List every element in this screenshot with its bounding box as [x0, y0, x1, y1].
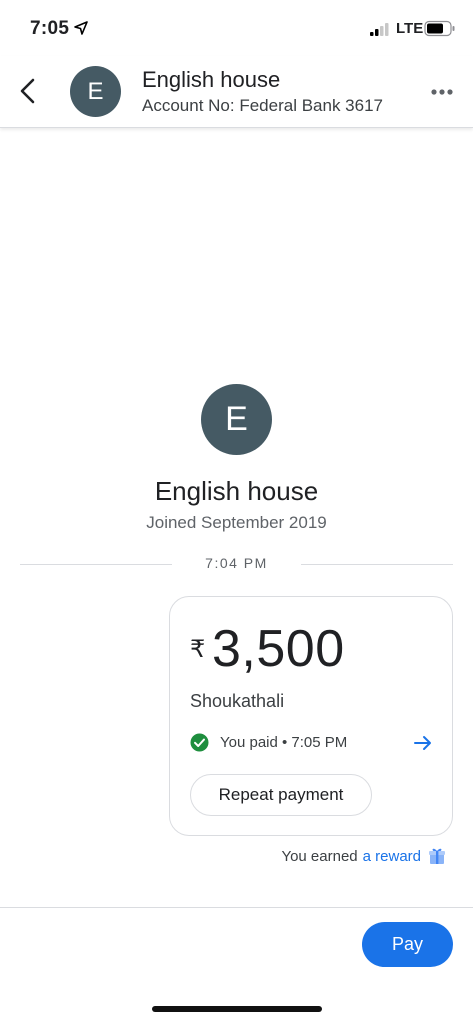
reward-prefix: You earned: [281, 847, 358, 865]
reward-link[interactable]: a reward: [363, 848, 421, 865]
payee-name: Shoukathali: [190, 691, 285, 711]
battery-icon: [424, 20, 455, 37]
reward-row: You earned a reward: [281, 845, 447, 867]
profile-name: English house: [154, 476, 319, 506]
status-time: 7:05: [30, 18, 70, 39]
message-timestamp: 7:04 PM: [205, 555, 268, 571]
location-arrow-icon: [74, 21, 88, 35]
bottom-divider: [0, 907, 473, 908]
header-avatar[interactable]: E: [70, 66, 121, 117]
check-circle-icon: [190, 733, 209, 752]
back-arrow-icon[interactable]: [14, 74, 44, 108]
conversation-header: E English house Account No: Federal Bank…: [0, 56, 473, 128]
repeat-payment-button[interactable]: Repeat payment: [190, 774, 372, 816]
more-dots-icon[interactable]: [428, 80, 456, 104]
status-bar: 7:05 LTE: [0, 0, 473, 56]
currency-symbol: ₹: [190, 636, 206, 663]
account-number: Account No: Federal Bank 3617: [142, 96, 383, 115]
arrow-right-icon[interactable]: [413, 734, 433, 752]
divider-right: [301, 564, 453, 565]
payment-status: You paid • 7:05 PM: [220, 734, 348, 751]
pay-button[interactable]: Pay: [362, 922, 453, 967]
home-indicator[interactable]: [152, 1006, 322, 1012]
payment-card[interactable]: ₹ 3,500 Shoukathali You paid • 7:05 PM R…: [169, 596, 453, 836]
divider-left: [20, 564, 172, 565]
gift-icon[interactable]: [427, 846, 447, 866]
payment-amount: 3,500: [212, 620, 345, 678]
profile-avatar: E: [201, 384, 272, 455]
contact-name[interactable]: English house: [142, 67, 280, 93]
joined-date: Joined September 2019: [146, 513, 327, 532]
signal-icon: [370, 23, 389, 36]
network-type: LTE: [396, 20, 424, 37]
